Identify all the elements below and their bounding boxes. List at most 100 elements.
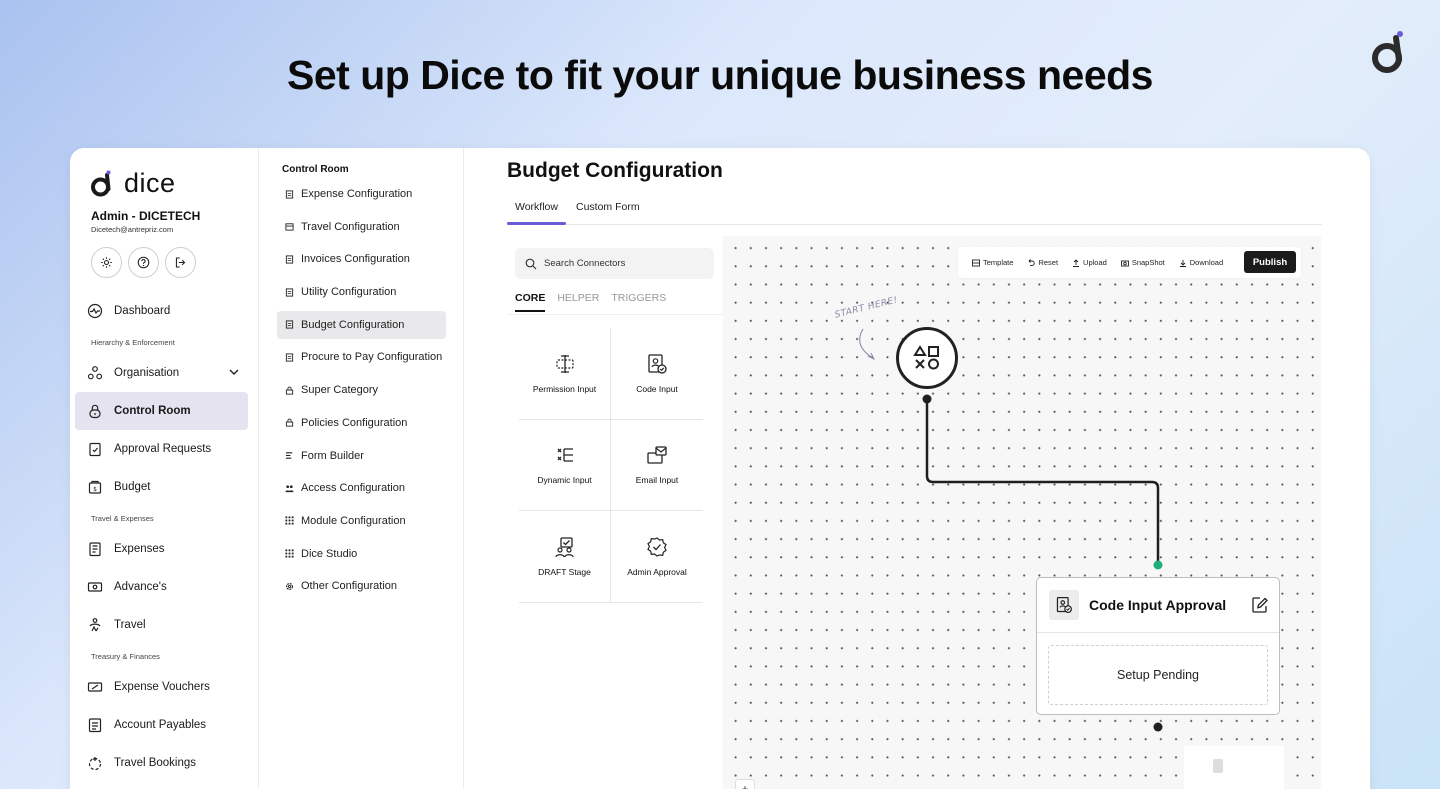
draft-icon xyxy=(554,537,574,557)
connector-email-input[interactable]: Email Input xyxy=(611,420,703,511)
tab-core[interactable]: CORE xyxy=(515,292,546,312)
toolbar-label: Download xyxy=(1189,258,1224,267)
config-item-super-category[interactable]: Super Category xyxy=(277,376,446,404)
config-item-other[interactable]: Other Configuration xyxy=(277,572,446,600)
sidebar-item-expense-vouchers[interactable]: Expense Vouchers xyxy=(75,668,248,706)
config-item-label: Policies Configuration xyxy=(301,416,408,429)
connector-grid: Permission Input Code Input Dynamic Inpu… xyxy=(519,328,703,603)
canvas-toolbar: Template Reset Upload SnapShot Download … xyxy=(958,247,1301,278)
clipboard-icon xyxy=(89,442,101,457)
config-item-utility[interactable]: Utility Configuration xyxy=(277,278,446,306)
reset-button[interactable]: Reset xyxy=(1027,258,1058,267)
template-button[interactable]: Template xyxy=(972,258,1013,267)
org-icon xyxy=(87,366,103,380)
grid-icon xyxy=(285,516,294,525)
config-item-travel[interactable]: Travel Configuration xyxy=(277,213,446,241)
app-window: dice Admin - DICETECH Dicetech@antrepriz… xyxy=(70,148,1370,789)
config-item-form-builder[interactable]: Form Builder xyxy=(277,442,446,470)
sidebar-item-expenses[interactable]: Expenses xyxy=(75,530,248,568)
sidebar-item-control-room[interactable]: Control Room xyxy=(75,392,248,430)
sidebar-item-dashboard[interactable]: Dashboard xyxy=(75,292,248,330)
connectors-panel: CORE HELPER TRIGGERS Permission Input Co… xyxy=(507,236,723,789)
config-item-dice-studio[interactable]: Dice Studio xyxy=(277,540,446,568)
config-item-budget[interactable]: Budget Configuration xyxy=(277,310,446,339)
config-item-procure-to-pay[interactable]: Procure to Pay Configuration xyxy=(277,343,446,371)
sidebar-section-heading: Treasury & Finances xyxy=(91,651,160,661)
config-item-label: Other Configuration xyxy=(301,580,397,593)
download-button[interactable]: Download xyxy=(1179,258,1223,267)
connector-label: Code Input xyxy=(636,383,678,394)
gear-icon xyxy=(285,582,294,590)
booking-icon xyxy=(88,757,102,771)
tab-workflow[interactable]: Workflow xyxy=(507,196,566,225)
config-item-label: Super Category xyxy=(301,384,379,397)
camera-icon xyxy=(1120,260,1129,266)
connector-draft-stage[interactable]: DRAFT Stage xyxy=(519,511,611,603)
main-tabs: Workflow Custom Form xyxy=(507,196,1322,225)
help-icon xyxy=(137,256,150,269)
download-icon xyxy=(1179,259,1186,267)
sidebar-item-label: Organisation xyxy=(114,367,180,379)
upload-button[interactable]: Upload xyxy=(1072,258,1107,267)
workflow-node-card[interactable]: Code Input Approval Setup Pending xyxy=(1036,577,1280,715)
start-node[interactable] xyxy=(896,327,958,389)
chevron-down-icon[interactable] xyxy=(228,366,240,378)
connector-label: DRAFT Stage xyxy=(538,566,591,577)
search-input[interactable] xyxy=(544,258,694,269)
doc-icon xyxy=(285,189,294,199)
search-icon xyxy=(525,258,537,269)
config-item-label: Module Configuration xyxy=(301,514,406,527)
code-icon xyxy=(648,354,667,374)
sidebar-item-account-payables[interactable]: Account Payables xyxy=(75,706,248,744)
permission-icon xyxy=(555,354,574,373)
dynamic-icon xyxy=(557,448,573,462)
connector-admin-approval[interactable]: Admin Approval xyxy=(611,511,703,603)
users-icon xyxy=(285,485,294,492)
connector-permission-input[interactable]: Permission Input xyxy=(519,328,611,420)
tab-triggers[interactable]: TRIGGERS xyxy=(611,292,666,312)
config-item-module[interactable]: Module Configuration xyxy=(277,507,446,535)
approval-icon xyxy=(647,537,667,557)
workflow-canvas[interactable]: Template Reset Upload SnapShot Download … xyxy=(723,236,1321,789)
settings-button[interactable] xyxy=(91,247,122,278)
dice-logo-icon xyxy=(1372,31,1403,73)
sidebar: dice Admin - DICETECH Dicetech@antrepriz… xyxy=(70,148,259,789)
zoom-in-button[interactable]: + xyxy=(735,779,755,789)
email-icon xyxy=(647,446,667,464)
config-item-label: Access Configuration xyxy=(301,482,405,495)
snapshot-button[interactable]: SnapShot xyxy=(1120,258,1165,267)
config-item-access[interactable]: Access Configuration xyxy=(277,474,446,502)
sidebar-item-travel[interactable]: Travel xyxy=(75,606,248,644)
config-item-expense[interactable]: Expense Configuration xyxy=(277,180,446,208)
grid-icon xyxy=(285,549,294,558)
svg-text:$: $ xyxy=(93,486,97,493)
connector-dynamic-input[interactable]: Dynamic Input xyxy=(519,419,611,511)
connector-code-input[interactable]: Code Input xyxy=(611,328,703,420)
sidebar-nav: Dashboard Hierarchy & Enforcement Organi… xyxy=(75,292,248,782)
sidebar-item-advances[interactable]: Advance's xyxy=(75,568,248,606)
dashboard-icon xyxy=(87,303,103,319)
sidebar-item-label: Expenses xyxy=(114,543,165,555)
brand: dice xyxy=(90,168,176,199)
sidebar-item-organisation[interactable]: Organisation xyxy=(75,354,248,392)
payables-icon xyxy=(88,718,102,733)
logout-button[interactable] xyxy=(165,247,196,278)
config-item-policies[interactable]: Policies Configuration xyxy=(277,409,446,437)
config-item-invoices[interactable]: Invoices Configuration xyxy=(277,245,446,273)
config-item-label: Expense Configuration xyxy=(301,188,413,200)
help-button[interactable] xyxy=(128,247,159,278)
control-room-panel: Control Room Expense Configuration Trave… xyxy=(259,148,464,789)
edit-icon[interactable] xyxy=(1251,596,1269,614)
publish-button[interactable]: Publish xyxy=(1244,251,1296,273)
tab-helper[interactable]: HELPER xyxy=(557,292,599,312)
mini-map[interactable] xyxy=(1184,746,1284,789)
gear-icon xyxy=(101,257,112,268)
sidebar-item-travel-bookings[interactable]: Travel Bookings xyxy=(75,744,248,782)
divider xyxy=(507,314,723,315)
sidebar-item-approval-requests[interactable]: Approval Requests xyxy=(75,430,248,468)
tab-custom-form[interactable]: Custom Form xyxy=(568,196,648,224)
sidebar-item-budget[interactable]: $ Budget xyxy=(75,468,248,506)
toolbar-label: Template xyxy=(983,258,1014,267)
lock-icon xyxy=(285,419,294,427)
node-status: Setup Pending xyxy=(1048,645,1268,705)
